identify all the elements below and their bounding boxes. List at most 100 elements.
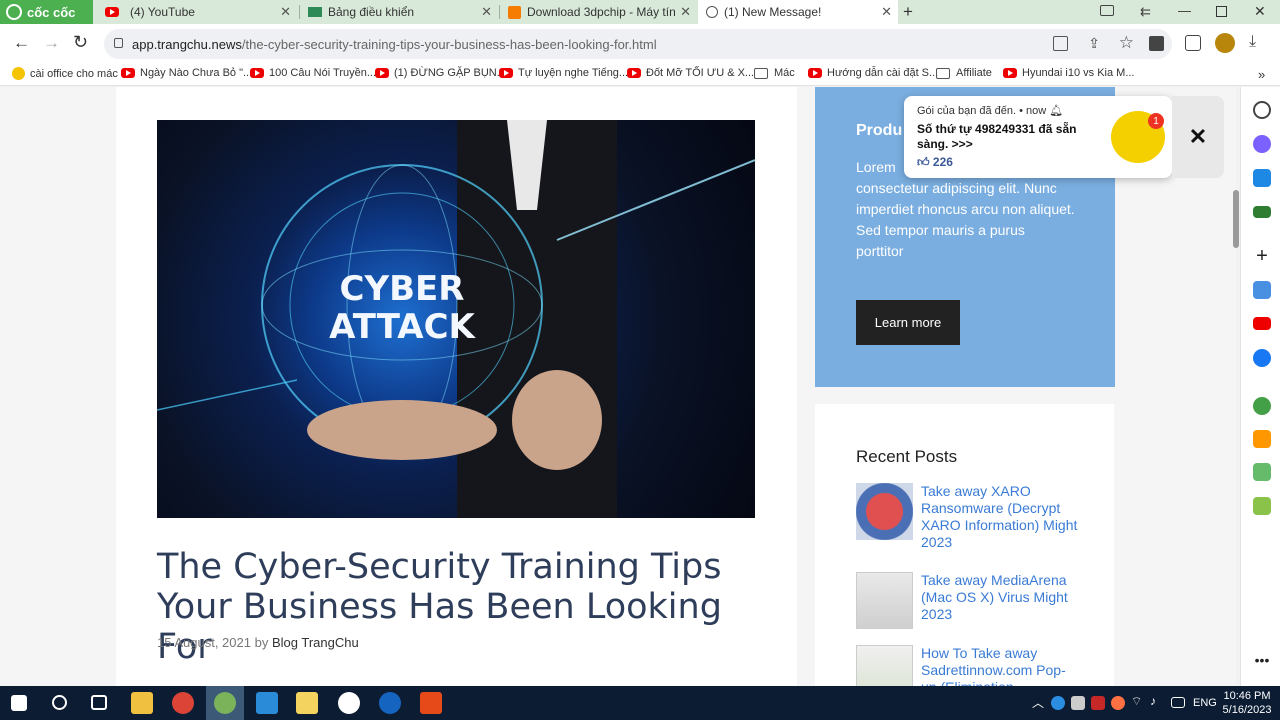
bookmark-item[interactable]: Tự luyện nghe Tiếng...	[499, 67, 628, 79]
back-icon[interactable]: ←	[13, 33, 30, 53]
maximize-icon[interactable]	[1216, 6, 1227, 17]
download-page-icon[interactable]	[1149, 36, 1164, 51]
new-tab-icon[interactable]: +	[903, 2, 913, 22]
app-taskbar-icon[interactable]	[338, 692, 360, 714]
avatar[interactable]	[1215, 33, 1235, 53]
close-window-icon[interactable]: ✕	[1254, 3, 1266, 20]
scrollbar-thumb[interactable]	[1233, 190, 1239, 248]
post-thumbnail[interactable]	[856, 483, 913, 540]
post-thumbnail[interactable]	[856, 572, 913, 629]
bookmark-item[interactable]: (1) ĐỪNG GẶP BỤN...	[375, 67, 506, 79]
promo-text-first: Lorem	[856, 159, 896, 175]
post-title-link[interactable]: Take away MediaArena (Mac OS X) Virus Mi…	[921, 572, 1081, 623]
close-tab-icon[interactable]: ✕	[280, 4, 291, 20]
messenger-icon[interactable]	[1253, 135, 1271, 153]
app-icon[interactable]	[1253, 430, 1271, 448]
bookmark-item[interactable]: Mác	[754, 67, 795, 79]
post-author[interactable]: Blog TrangChu	[272, 635, 359, 650]
minimize-icon[interactable]: —	[1178, 3, 1191, 18]
tab-new-message[interactable]: (1) New Message! ✕	[698, 0, 898, 24]
star-icon[interactable]: ☆	[1119, 33, 1134, 53]
zalo-icon[interactable]	[1253, 169, 1271, 187]
notification-likes: 👍︎ 226	[917, 155, 953, 170]
close-tab-icon[interactable]: ✕	[481, 4, 492, 20]
windows-start-icon[interactable]	[11, 695, 27, 711]
post-title-link[interactable]: How To Take away Sadrettinnow.com Pop-up…	[921, 645, 1081, 686]
facebook-icon[interactable]	[1253, 349, 1271, 367]
bookmark-item[interactable]: cài office cho mác	[12, 67, 118, 80]
notification-source: Gói của bạn đã đến.	[917, 105, 1017, 117]
bookmark-item[interactable]: Affiliate	[936, 67, 992, 79]
bookmark-label: Affiliate	[956, 67, 992, 79]
notification-message[interactable]: Số thứ tự 498249331 đã sẵn sàng. >>>	[917, 122, 1097, 152]
share-icon[interactable]: ⇪	[1088, 35, 1100, 52]
game-icon[interactable]	[1253, 206, 1271, 218]
coccoc-taskbar-icon[interactable]	[214, 692, 236, 714]
history-icon[interactable]	[1253, 101, 1271, 119]
bookmark-item[interactable]: Hyundai i10 vs Kia M...	[1003, 67, 1135, 79]
language-indicator[interactable]: ENG	[1193, 697, 1217, 709]
app-taskbar-icon[interactable]	[420, 692, 442, 714]
reload-icon[interactable]: ↻	[73, 32, 88, 53]
wifi-icon[interactable]: ⌔	[1131, 694, 1142, 709]
youtube-icon	[808, 68, 822, 78]
add-sidebar-icon[interactable]: +	[1253, 246, 1271, 266]
bookmark-item[interactable]: Đốt Mỡ TỐI ƯU & X...	[627, 67, 754, 79]
zalo-taskbar-icon[interactable]	[256, 692, 278, 714]
bookmark-label: Mác	[774, 67, 795, 79]
app-icon[interactable]	[1253, 497, 1271, 515]
file-explorer-icon[interactable]	[131, 692, 153, 714]
notification-close-button[interactable]: ✕	[1172, 96, 1224, 178]
close-tab-icon[interactable]: ✕	[881, 4, 892, 20]
tab-youtube[interactable]: (4) YouTube ✕	[97, 0, 297, 24]
translate-sidebar-icon[interactable]	[1253, 281, 1271, 299]
back-history-icon[interactable]: ⇇	[1140, 4, 1151, 20]
bookmark-item[interactable]: Ngày Nào Chưa Bỏ "...	[121, 67, 252, 79]
downloads-icon[interactable]: ⤓	[1249, 33, 1256, 51]
learn-more-button[interactable]: Learn more	[856, 300, 960, 345]
search-tabs-icon[interactable]	[1100, 5, 1114, 16]
bookmarks-bar: cài office cho mác Ngày Nào Chưa Bỏ "...…	[0, 62, 1280, 86]
tray-icon[interactable]	[1111, 696, 1125, 710]
display-icon[interactable]	[1171, 697, 1185, 708]
notification-badge: 1	[1148, 113, 1164, 129]
search-icon[interactable]	[52, 695, 67, 710]
by-label: by	[254, 635, 269, 650]
youtube-sidebar-icon[interactable]	[1253, 317, 1271, 330]
push-notification[interactable]: Gói của bạn đã đến. • now 🔔︎ Số thứ tự 4…	[904, 96, 1172, 178]
url-host: app.trangchu.news	[132, 36, 242, 52]
clock-time: 10:46 PM	[1223, 690, 1271, 702]
translate-icon[interactable]	[1053, 36, 1068, 51]
app-icon[interactable]	[1253, 397, 1271, 415]
tab-dashboard[interactable]: Bảng điều khiển ✕	[300, 0, 498, 24]
browser-sidebar: + •••	[1240, 87, 1280, 686]
address-bar[interactable]: app.trangchu.news/the-cyber-security-tra…	[104, 29, 1172, 59]
forward-icon[interactable]: →	[43, 33, 60, 53]
tray-icon[interactable]	[1051, 696, 1065, 710]
more-bookmarks-icon[interactable]: »	[1258, 67, 1265, 82]
bookmark-item[interactable]: Hướng dẫn cài đặt S...	[808, 67, 938, 79]
chrome-icon[interactable]	[172, 692, 194, 714]
task-view-icon[interactable]	[91, 695, 107, 710]
more-icon[interactable]: •••	[1253, 653, 1271, 673]
volume-icon[interactable]: ♪	[1150, 694, 1156, 708]
youtube-icon	[499, 68, 513, 78]
post-title-link[interactable]: Take away XARO Ransomware (Decrypt XARO …	[921, 483, 1081, 551]
system-clock[interactable]: 10:46 PM 5/16/2023	[1218, 689, 1276, 717]
tray-icon[interactable]	[1071, 696, 1085, 710]
app-icon[interactable]	[1253, 463, 1271, 481]
bookmark-item[interactable]: 100 Câu Nói Truyền...	[250, 67, 376, 79]
hero-image: CYBER ATTACK	[157, 120, 755, 518]
close-tab-icon[interactable]: ✕	[680, 4, 691, 20]
tray-chevron-icon[interactable]: ︿	[1032, 694, 1044, 711]
kb-icon[interactable]	[379, 692, 401, 714]
promo-text-rest: consectetur adipiscing elit. Nunc imperd…	[856, 180, 1075, 259]
post-thumbnail[interactable]	[856, 645, 913, 686]
notes-icon[interactable]	[296, 692, 318, 714]
youtube-icon	[627, 68, 641, 78]
browser-brand[interactable]: cốc cốc	[0, 0, 93, 24]
article: CYBER ATTACK The Cyber-Security Training…	[116, 87, 797, 686]
extensions-icon[interactable]	[1185, 35, 1201, 51]
tray-icon[interactable]	[1091, 696, 1105, 710]
tab-3dpchip[interactable]: Download 3dpchip - Máy tính ✕	[500, 0, 697, 24]
